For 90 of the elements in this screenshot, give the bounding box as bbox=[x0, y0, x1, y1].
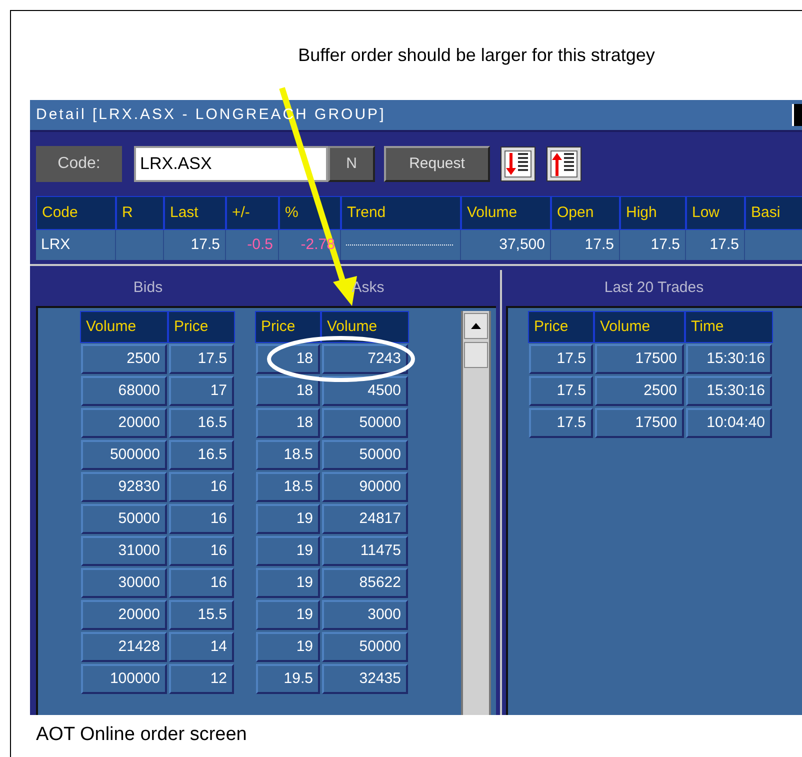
table-cell: 3000 bbox=[322, 600, 408, 630]
table-cell: 19 bbox=[256, 504, 320, 534]
table-cell: 19 bbox=[256, 536, 320, 566]
column-header: Low bbox=[686, 196, 745, 230]
column-header: Price bbox=[168, 310, 235, 343]
table-cell: 30000 bbox=[81, 568, 167, 598]
table-cell: 50000 bbox=[322, 440, 408, 470]
n-button[interactable]: N bbox=[328, 146, 375, 182]
table-cell: 17500 bbox=[595, 344, 684, 374]
column-header: R bbox=[116, 196, 164, 230]
table-cell: 21428 bbox=[81, 632, 167, 662]
scroll-thumb[interactable] bbox=[464, 342, 488, 368]
table-cell: 18 bbox=[256, 408, 320, 438]
table-cell: 17500 bbox=[595, 408, 684, 438]
column-header: Basi bbox=[745, 196, 802, 230]
table-cell: 31000 bbox=[81, 536, 167, 566]
table-cell: 90000 bbox=[322, 472, 408, 502]
quote-cell: 37,500 bbox=[461, 230, 551, 260]
table-cell: 32435 bbox=[322, 664, 408, 694]
table-cell: 11475 bbox=[322, 536, 408, 566]
annotation-caption: Buffer order should be larger for this stratgey bbox=[298, 44, 655, 67]
column-header: Volume bbox=[80, 310, 168, 343]
table-cell: 68000 bbox=[81, 376, 167, 406]
column-header: Trend bbox=[341, 196, 461, 230]
column-header: % bbox=[279, 196, 341, 230]
table-cell: 16.5 bbox=[169, 408, 234, 438]
table-cell: 50000 bbox=[81, 504, 167, 534]
table-cell: 85622 bbox=[322, 568, 408, 598]
column-header: +/- bbox=[226, 196, 279, 230]
table-cell: 16.5 bbox=[169, 440, 234, 470]
table-cell: 14 bbox=[169, 632, 234, 662]
quote-cell: 17.5 bbox=[686, 230, 745, 260]
column-header: Time bbox=[685, 310, 773, 343]
table-cell: 16 bbox=[169, 536, 234, 566]
column-header: Volume bbox=[461, 196, 551, 230]
quote-cell: 17.5 bbox=[551, 230, 620, 260]
table-cell: 19.5 bbox=[256, 664, 320, 694]
footer-caption: AOT Online order screen bbox=[36, 723, 247, 748]
bids-title: Bids bbox=[132, 278, 164, 298]
column-header: Price bbox=[528, 310, 594, 343]
column-header: Open bbox=[551, 196, 620, 230]
table-cell: 15:30:16 bbox=[686, 344, 772, 374]
table-cell: 50000 bbox=[322, 632, 408, 662]
table-cell: 18.5 bbox=[256, 472, 320, 502]
table-cell: 16 bbox=[169, 504, 234, 534]
table-cell: 2500 bbox=[81, 344, 167, 374]
table-cell: 17.5 bbox=[529, 344, 593, 374]
table-cell: 19 bbox=[256, 600, 320, 630]
table-cell: 20000 bbox=[81, 600, 167, 630]
trades-title: Last 20 Trades bbox=[604, 278, 704, 298]
code-label: Code: bbox=[36, 146, 122, 182]
quote-cell: LRX bbox=[36, 230, 116, 260]
column-header: Volume bbox=[594, 310, 685, 343]
table-cell: 17.5 bbox=[169, 344, 234, 374]
table-cell: 17 bbox=[169, 376, 234, 406]
table-cell: 18.5 bbox=[256, 440, 320, 470]
table-cell: 2500 bbox=[595, 376, 684, 406]
column-header: Code bbox=[36, 196, 116, 230]
quote-cell: -0.5 bbox=[226, 230, 279, 260]
table-cell: 19 bbox=[256, 568, 320, 598]
table-cell: 20000 bbox=[81, 408, 167, 438]
quote-cell: 17.5 bbox=[164, 230, 226, 260]
table-cell: 15.5 bbox=[169, 600, 234, 630]
table-cell: 17.5 bbox=[529, 376, 593, 406]
column-header: Volume bbox=[321, 310, 409, 343]
table-cell: 16 bbox=[169, 472, 234, 502]
table-cell: 24817 bbox=[322, 504, 408, 534]
table-cell: 12 bbox=[169, 664, 234, 694]
table-cell: 100000 bbox=[81, 664, 167, 694]
table-cell: 4500 bbox=[322, 376, 408, 406]
table-cell: 17.5 bbox=[529, 408, 593, 438]
table-cell: 500000 bbox=[81, 440, 167, 470]
quote-cell: 17.5 bbox=[620, 230, 686, 260]
window-corner-icon bbox=[792, 104, 802, 126]
up-arrow-icon bbox=[471, 322, 481, 329]
table-cell: 7243 bbox=[322, 344, 408, 374]
scrollbar[interactable] bbox=[461, 310, 491, 714]
scroll-up-button[interactable] bbox=[464, 312, 488, 339]
table-cell: 18 bbox=[256, 376, 320, 406]
column-header: High bbox=[620, 196, 686, 230]
column-header: Last bbox=[164, 196, 226, 230]
table-cell: 16 bbox=[169, 568, 234, 598]
table-cell: 92830 bbox=[81, 472, 167, 502]
table-cell: 15:30:16 bbox=[686, 376, 772, 406]
table-cell: 19 bbox=[256, 632, 320, 662]
request-button[interactable]: Request bbox=[384, 146, 490, 182]
table-cell: 50000 bbox=[322, 408, 408, 438]
table-cell: 10:04:40 bbox=[686, 408, 772, 438]
column-header: Price bbox=[255, 310, 321, 343]
code-input-field[interactable]: LRX.ASX bbox=[134, 146, 328, 182]
